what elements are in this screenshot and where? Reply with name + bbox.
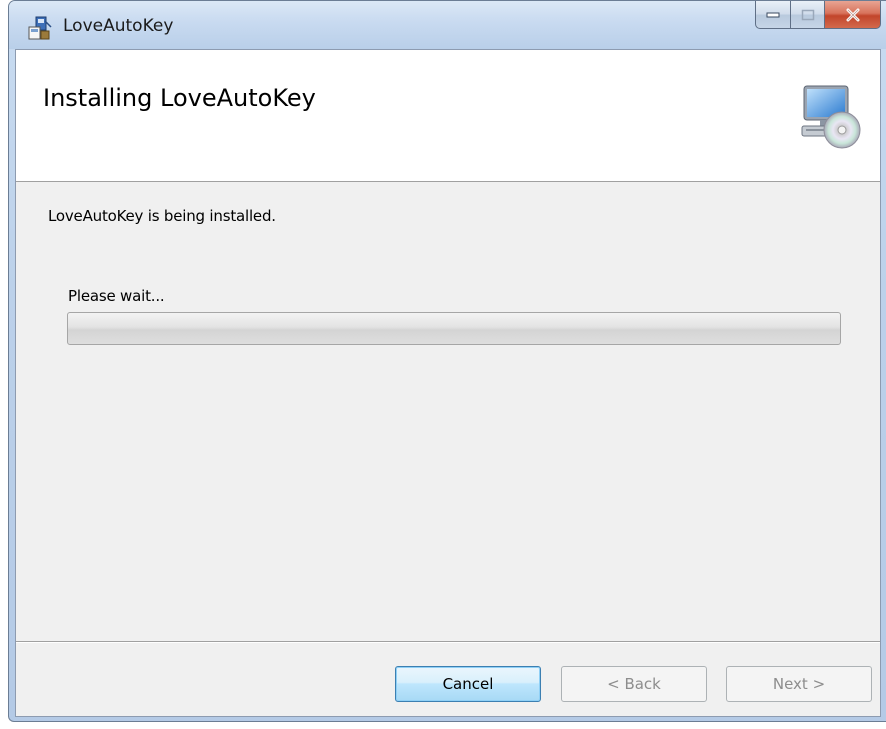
computer-disc-icon <box>801 85 861 149</box>
install-progress-bar <box>67 312 841 345</box>
window-controls <box>755 1 881 29</box>
close-icon <box>846 8 859 21</box>
cancel-button[interactable]: Cancel <box>395 666 541 702</box>
next-button[interactable]: Next > <box>726 666 872 702</box>
install-status-text: LoveAutoKey is being installed. <box>48 207 276 225</box>
installer-window: LoveAutoKey Installing LoveAutoKey LoveA… <box>8 0 886 722</box>
minimize-icon <box>766 12 780 17</box>
page-title: Installing LoveAutoKey <box>43 84 316 112</box>
window-title: LoveAutoKey <box>63 16 174 36</box>
maximize-icon <box>801 9 814 20</box>
installer-app-icon <box>28 16 52 40</box>
footer-divider <box>16 641 880 643</box>
header-banner: Installing LoveAutoKey <box>16 50 880 182</box>
minimize-button[interactable] <box>755 1 791 29</box>
maximize-button[interactable] <box>791 1 825 29</box>
close-button[interactable] <box>825 1 881 29</box>
dialog-client-area: Installing LoveAutoKey LoveAutoKey is be… <box>15 49 881 717</box>
title-bar[interactable]: LoveAutoKey <box>9 1 886 49</box>
please-wait-label: Please wait... <box>68 287 165 305</box>
back-button[interactable]: < Back <box>561 666 707 702</box>
